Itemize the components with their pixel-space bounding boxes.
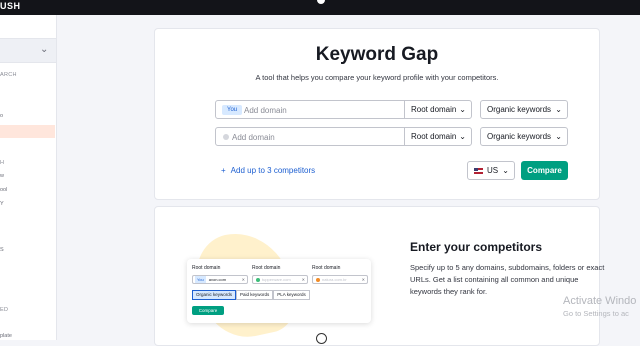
you-badge: You bbox=[222, 105, 243, 115]
top-navbar: USH bbox=[0, 0, 640, 15]
chevron-down-icon: ⌄ bbox=[555, 105, 562, 114]
compare-button[interactable]: Compare bbox=[521, 161, 568, 180]
illustration-field: natura.com.br ✕ bbox=[312, 275, 368, 284]
sidebar-section-label: ARCH bbox=[0, 72, 17, 78]
plus-icon: + bbox=[221, 166, 226, 175]
root-domain-select-label: Root domain bbox=[411, 105, 457, 114]
illustration-label: Root domain bbox=[252, 265, 281, 271]
chevron-down-icon: ⌄ bbox=[459, 132, 466, 141]
sidebar-item[interactable]: ool bbox=[0, 187, 7, 193]
us-flag-icon bbox=[474, 167, 483, 174]
keyword-type-select-label: Organic keywords bbox=[487, 132, 552, 141]
sidebar-item[interactable]: w bbox=[0, 173, 4, 179]
chevron-down-icon: ⌄ bbox=[502, 166, 509, 175]
root-domain-select[interactable]: Root domain ⌄ bbox=[404, 100, 472, 119]
chevron-down-icon: ⌄ bbox=[459, 105, 466, 114]
watermark-title: Activate Windo bbox=[563, 295, 637, 307]
add-competitors-label: Add up to 3 competitors bbox=[230, 166, 316, 175]
illustration-domain: avon.com bbox=[208, 277, 227, 282]
close-icon: ✕ bbox=[301, 277, 305, 282]
windows-activation-watermark: Activate Windo Go to Settings to ac bbox=[563, 295, 640, 318]
illustration-label: Root domain bbox=[192, 265, 221, 271]
sidebar-item[interactable]: S bbox=[0, 247, 4, 253]
page-subtitle: A tool that helps you compare your keywo… bbox=[255, 73, 499, 82]
close-icon: ✕ bbox=[241, 277, 245, 282]
keyword-type-select-label: Organic keywords bbox=[487, 105, 552, 114]
illustration-form: Root domain Root domain Root domain You a… bbox=[187, 259, 371, 323]
illustration-label: Root domain bbox=[312, 265, 341, 271]
illustration-compare-button: Compare bbox=[192, 306, 224, 315]
root-domain-select-label: Root domain bbox=[411, 132, 457, 141]
database-select-label: US bbox=[487, 166, 499, 175]
illustration-tab: Organic keywords bbox=[192, 290, 237, 300]
add-competitors-link[interactable]: + Add up to 3 competitors bbox=[221, 166, 315, 175]
illustration-tab: PLA keywords bbox=[273, 290, 310, 300]
sidebar-item[interactable]: Y bbox=[0, 201, 4, 207]
page-title: Keyword Gap bbox=[315, 44, 439, 65]
watermark-subtitle: Go to Settings to ac bbox=[563, 309, 629, 318]
illustration-placeholder: natura.com.br bbox=[322, 277, 347, 282]
sidebar-item[interactable]: o bbox=[0, 113, 3, 119]
competitor-color-dot-icon bbox=[223, 134, 229, 140]
chevron-down-icon: ⌄ bbox=[40, 44, 49, 55]
keyword-type-select[interactable]: Organic keywords ⌄ bbox=[480, 100, 568, 119]
illustration-field: You avon.com ✕ bbox=[192, 275, 248, 284]
sidebar-section-label: H bbox=[0, 160, 5, 166]
domain-field bbox=[215, 127, 405, 146]
section-description: Specify up to 5 any domains, subdomains,… bbox=[410, 263, 605, 296]
enter-competitors-card: Root domain Root domain Root domain You a… bbox=[154, 206, 604, 346]
loading-spinner-icon bbox=[316, 333, 327, 344]
orange-dot-icon bbox=[316, 277, 320, 282]
illustration-placeholder: tupperware.com bbox=[262, 277, 291, 282]
section-title: Enter your competitors bbox=[410, 240, 543, 254]
illustration-tabs: Organic keywords Paid keywords PLA keywo… bbox=[192, 290, 310, 300]
sidebar-item-active[interactable] bbox=[0, 125, 55, 138]
root-domain-select[interactable]: Root domain ⌄ bbox=[404, 127, 472, 146]
competitor-domain-input[interactable] bbox=[232, 131, 382, 143]
domain-field: You bbox=[215, 100, 405, 119]
sidebar: ⌄ ARCH o H w ool Y S ED plate bbox=[0, 15, 57, 340]
close-icon: ✕ bbox=[361, 277, 365, 282]
illustration-you-badge: You bbox=[195, 276, 206, 283]
keyword-gap-card: Keyword Gap A tool that helps you compar… bbox=[154, 28, 600, 200]
keyword-type-select[interactable]: Organic keywords ⌄ bbox=[480, 127, 568, 146]
sidebar-project-selector[interactable]: ⌄ bbox=[0, 38, 56, 63]
illustration-tab: Paid keywords bbox=[236, 290, 274, 300]
illustration-field: tupperware.com ✕ bbox=[252, 275, 308, 284]
semrush-logo[interactable]: USH bbox=[0, 1, 21, 11]
green-dot-icon bbox=[256, 277, 260, 282]
notification-dot-icon bbox=[317, 0, 325, 4]
sidebar-section-label: ED bbox=[0, 307, 9, 313]
sidebar-item[interactable]: plate bbox=[0, 333, 12, 339]
database-select[interactable]: US ⌄ bbox=[467, 161, 515, 180]
your-domain-input[interactable] bbox=[244, 104, 394, 116]
chevron-down-icon: ⌄ bbox=[555, 132, 562, 141]
